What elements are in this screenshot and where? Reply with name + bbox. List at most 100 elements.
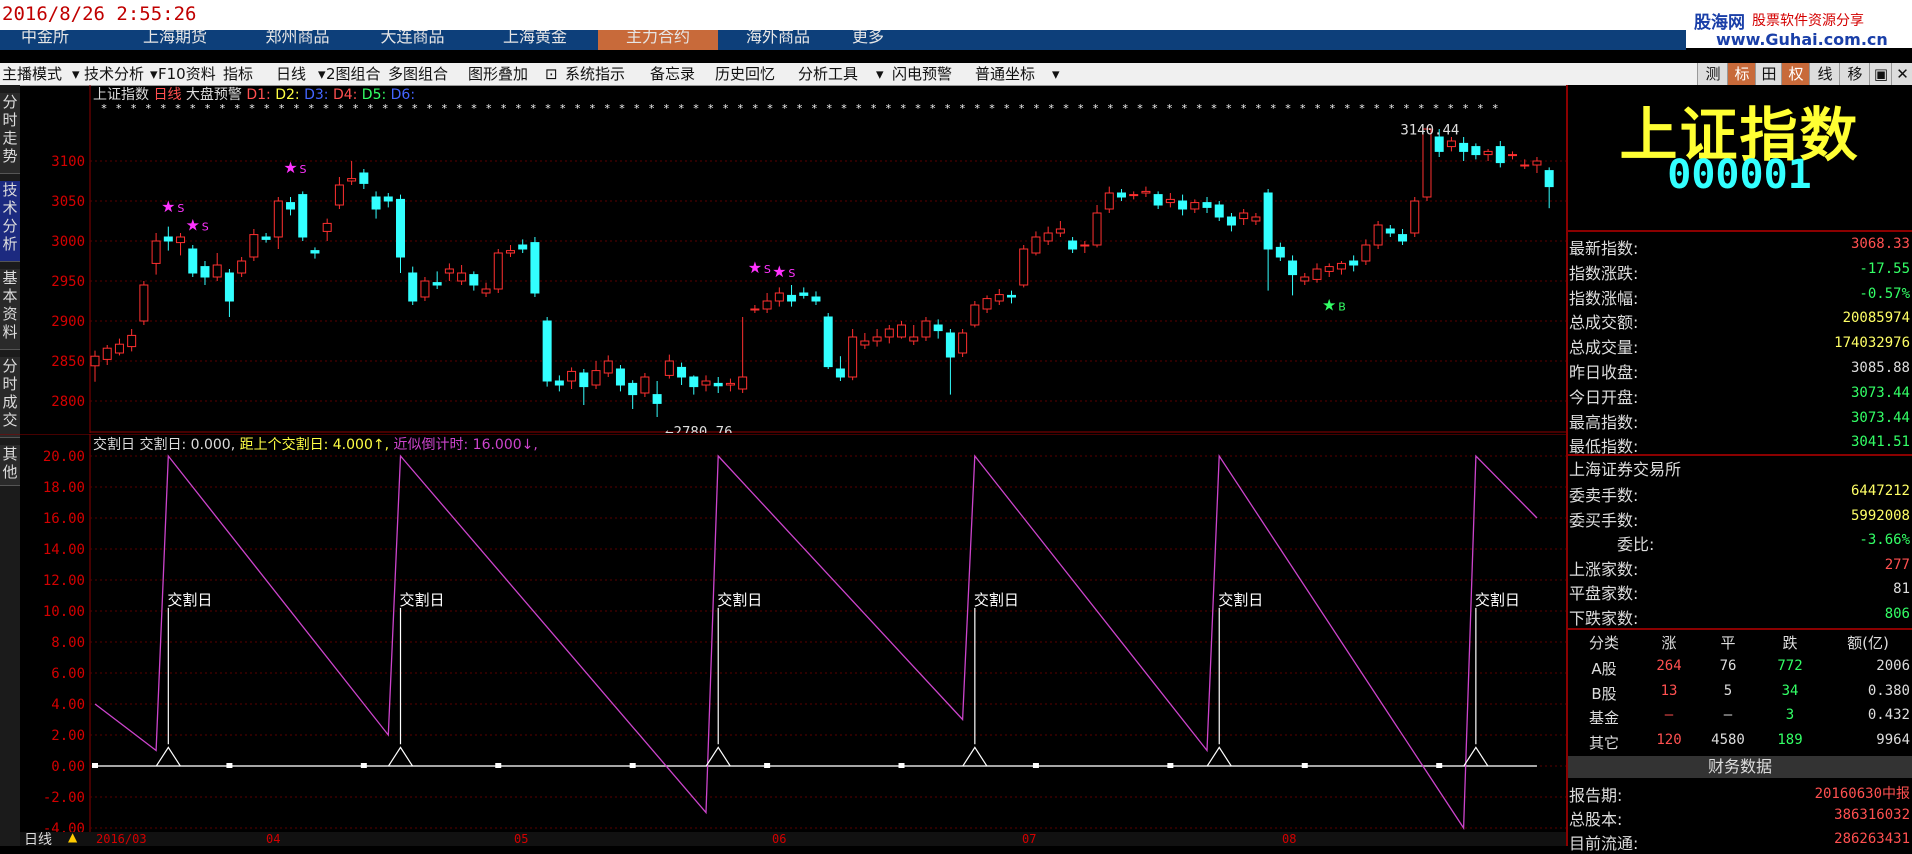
finance-label: 总股本: [1569,810,1623,829]
toolbar-history[interactable]: 历史回忆 [715,63,775,85]
market-tab-more[interactable]: 更多 [838,30,898,50]
table-cell: – [1664,707,1674,723]
toolbar-tech-analysis[interactable]: 技术分析 [84,63,144,85]
sell-signal-label: S [788,267,795,280]
finance-header: 财务数据 [1568,756,1912,778]
order-row: 下跌家数: 806 [1569,603,1912,628]
marker-dot: * [1108,102,1114,115]
toolbar-f10[interactable]: F10资料 [158,63,216,85]
toolbar-anchor-mode[interactable]: 主播模式 [2,63,62,85]
kline-chart[interactable]: 2800 2850 2900 2950 3000 3050 3100 * * * * * * * * * * * *… [0,85,1566,433]
marker-dot: * [1211,102,1217,115]
candle-body [1361,244,1371,262]
date-tick: 05 [514,832,529,846]
toolbar-overlay[interactable]: 图形叠加 [468,63,528,85]
candle-body [310,250,320,254]
candle-body [1410,200,1420,234]
date-tick: 04 [266,832,281,846]
delivery-indicator-chart[interactable]: -4.00 -2.00 0.00 2.00 4.00 6.00 8.00 10.00 12.00… [0,434,1566,832]
quote-label: 最新指数: [1569,239,1639,258]
candle-body [1202,202,1212,208]
marker-dot: * [575,102,581,115]
close-icon[interactable]: ✕ [1891,63,1912,85]
quote-row: 最高指数: 3073.44 [1569,407,1912,432]
marker-dot: * [945,102,951,115]
toolbar-flash-alert[interactable]: 闪电预警 [892,63,952,85]
restore-icon[interactable]: ▣ [1869,63,1892,85]
delivery-day-label: 交割日 [1475,591,1520,609]
toolbar-system-signal[interactable]: 系统指示 [565,63,625,85]
toolbar-two-chart[interactable]: 2图组合 [326,63,381,85]
candle-body [1373,224,1383,246]
marker-dot: * [708,102,714,115]
marker-dot: * [294,102,300,115]
delivery-day-peak [705,746,731,767]
candle-body [102,347,112,360]
candle-body [1019,248,1029,286]
marker-dot: * [974,102,980,115]
chevron-down-icon[interactable]: ▾ [876,63,884,85]
marker-dot: * [886,102,892,115]
toolbar: 主播模式 ▾ 技术分析 ▾ F10资料 指标 日线 ▾ 2图组合 多图组合 图形… [0,63,1912,86]
marker-dot: * [1063,102,1069,115]
candle-body [127,334,137,348]
market-tab-overseas[interactable]: 海外商品 [718,30,838,50]
market-tab-shfe[interactable]: 上海期货 [100,30,250,50]
marker-dot: * [930,102,936,115]
y-tick-label: 18.00 [43,480,85,496]
delivery-day-peak [1206,746,1232,767]
table-cell: 76 [1719,658,1737,674]
marker-dot: * [530,102,536,115]
baseline-marker [92,763,98,768]
chevron-down-icon[interactable]: ▾ [318,63,326,85]
y-tick-label: 12.00 [43,573,85,589]
baseline-marker [629,763,636,768]
candle-body [1226,216,1236,226]
marker-dot: * [619,102,625,115]
candle-body [322,222,332,232]
toolbar-daily[interactable]: 日线 [276,63,306,85]
table-header: 分类 [1588,634,1619,652]
order-row: 委卖手数: 6447212 [1569,480,1912,505]
marker-dot: * [1315,102,1321,115]
divider [1568,628,1912,630]
candle-body [1446,140,1456,148]
candle-body [1312,268,1322,280]
measure-button[interactable]: 测 [1697,63,1728,85]
table-cell: 5 [1723,682,1733,699]
chevron-down-icon[interactable]: ▾ [1052,63,1060,85]
market-tab-main-contract[interactable]: 主力合约 [598,30,718,50]
candle-body [347,178,357,182]
candle-body [420,280,430,298]
mark-button[interactable]: 标 [1727,63,1756,85]
candle-body [1141,190,1151,194]
market-tab-sge[interactable]: 上海黄金 [470,30,600,50]
candle-body [505,250,515,254]
marker-dot: * [871,102,877,115]
star-icon: ★ [1322,296,1336,315]
chevron-down-icon[interactable]: ▾ [150,63,158,85]
table-cell: 9964 [1876,731,1910,748]
brand-logo: 股海网 股票软件资源分享 www.Guhai.com.cn [1686,0,1912,49]
rights-button[interactable]: 权 [1781,63,1810,85]
candle-body [1483,150,1493,156]
marker-dot: * [1285,102,1291,115]
toolbar-memo[interactable]: 备忘录 [650,63,695,85]
line-button[interactable]: 线 [1809,63,1840,85]
market-tab-cffex[interactable]: 中金所 [0,30,90,50]
quote-label: 最高指数: [1569,412,1639,432]
toolbar-analysis-tools[interactable]: 分析工具 [798,63,858,85]
chevron-down-icon[interactable]: ▾ [72,63,80,85]
lock-icon[interactable]: ⊡ [545,63,558,85]
marker-dot: * [812,102,818,115]
toolbar-normal-axis[interactable]: 普通坐标 [975,63,1035,85]
candle-body [1104,192,1114,210]
grid-button[interactable]: 田 [1755,63,1782,85]
table-header: 涨 [1661,634,1677,652]
table-header: 平 [1720,634,1736,652]
move-button[interactable]: 移 [1839,63,1870,85]
market-tab-czce[interactable]: 郑州商品 [250,30,345,50]
market-tab-dce[interactable]: 大连商品 [355,30,470,50]
toolbar-indicator[interactable]: 指标 [223,63,253,85]
toolbar-multi-chart[interactable]: 多图组合 [388,63,448,85]
